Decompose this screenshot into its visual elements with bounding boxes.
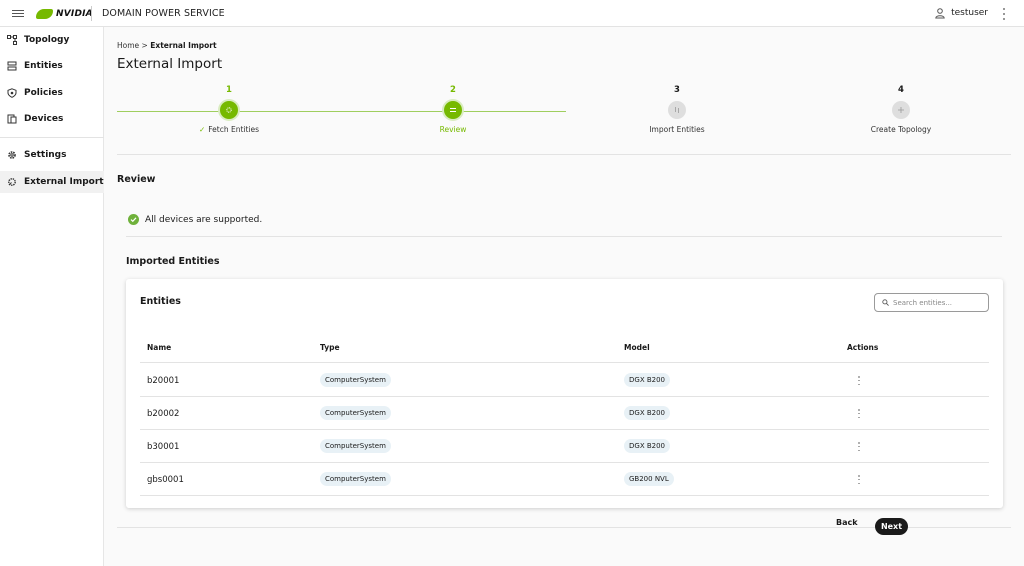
breadcrumb-separator: > <box>141 41 148 50</box>
step-label: ✓ Fetch Entities <box>198 125 260 134</box>
step-current-icon <box>444 101 462 119</box>
page-title: External Import <box>117 56 223 72</box>
topology-icon <box>7 35 17 45</box>
back-button[interactable]: Back <box>836 518 858 527</box>
check-icon: ✓ <box>198 125 206 134</box>
sidebar-item-external-import[interactable]: External Import <box>0 171 104 193</box>
import-icon <box>8 178 16 186</box>
brand-name: NVIDIA <box>56 8 93 19</box>
step-pending-icon <box>892 101 910 119</box>
table-header: Name Type Model Actions <box>140 337 989 363</box>
step-label: Import Entities <box>649 125 705 134</box>
header-divider <box>91 6 92 21</box>
sidebar-item-label: External Import <box>24 177 104 187</box>
breadcrumb-current: External Import <box>150 41 217 50</box>
column-header-type[interactable]: Type <box>320 343 340 352</box>
step-label: Create Topology <box>870 125 932 134</box>
support-message: All devices are supported. <box>145 214 263 225</box>
entities-card-title: Entities <box>140 296 181 307</box>
step-create-topology: 4 Create Topology <box>789 84 1013 134</box>
step-label: Review <box>439 125 467 134</box>
imported-entities-title: Imported Entities <box>126 256 220 267</box>
nvidia-eye-icon <box>36 8 53 19</box>
entity-name: b20001 <box>147 376 180 386</box>
sidebar-item-label: Policies <box>24 88 63 98</box>
entity-name: b30001 <box>147 442 180 452</box>
row-actions-icon[interactable] <box>857 409 861 418</box>
username: testuser <box>951 8 988 18</box>
sidebar-item-topology[interactable]: Topology <box>0 29 104 51</box>
table-row: b30001 ComputerSystem DGX B200 <box>140 430 989 463</box>
step-number: 3 <box>674 85 680 95</box>
hamburger-menu-icon[interactable] <box>12 8 24 19</box>
main-content: Home > External Import External Import 1… <box>104 27 1024 566</box>
table-row: b20002 ComputerSystem DGX B200 <box>140 397 989 430</box>
step-number: 1 <box>226 85 232 95</box>
row-actions-icon[interactable] <box>857 442 861 451</box>
more-options-icon[interactable] <box>1002 8 1006 20</box>
table-row: b20001 ComputerSystem DGX B200 <box>140 364 989 397</box>
top-bar: NVIDIA DOMAIN POWER SERVICE testuser <box>0 0 1024 27</box>
sidebar-item-label: Entities <box>24 61 63 71</box>
search-icon <box>882 299 889 306</box>
column-header-actions: Actions <box>847 343 879 352</box>
sidebar-item-label: Devices <box>24 114 64 124</box>
sidebar-divider <box>0 137 104 138</box>
step-review: 2 Review <box>341 84 565 134</box>
entity-name: b20002 <box>147 409 180 419</box>
entity-model-badge: GB200 NVL <box>624 472 674 486</box>
sidebar-item-policies[interactable]: Policies <box>0 82 104 104</box>
policies-icon <box>7 88 17 98</box>
search-box[interactable] <box>874 293 989 312</box>
entity-model-badge: DGX B200 <box>624 439 670 453</box>
row-actions-icon[interactable] <box>857 376 861 385</box>
entity-type-badge: ComputerSystem <box>320 472 391 486</box>
sidebar-item-devices[interactable]: Devices <box>0 108 104 130</box>
support-status: All devices are supported. <box>128 214 262 225</box>
breadcrumb-home[interactable]: Home <box>117 41 139 50</box>
entity-type-badge: ComputerSystem <box>320 439 391 453</box>
app-title: DOMAIN POWER SERVICE <box>102 8 225 19</box>
step-number: 4 <box>898 85 904 95</box>
step-done-icon <box>220 101 238 119</box>
review-divider <box>126 236 1002 237</box>
entity-model-badge: DGX B200 <box>624 373 670 387</box>
import-stepper: 1 ✓ Fetch Entities 2 Review 3 Import Enti… <box>117 84 1015 140</box>
user-menu[interactable]: testuser <box>934 7 988 19</box>
table-row: gbs0001 ComputerSystem GB200 NVL <box>140 463 989 496</box>
next-button[interactable]: Next <box>875 518 908 535</box>
gear-icon <box>8 151 16 159</box>
entities-icon <box>7 61 17 71</box>
entity-type-badge: ComputerSystem <box>320 406 391 420</box>
nvidia-logo: NVIDIA <box>36 6 93 21</box>
sidebar-item-label: Topology <box>24 35 70 45</box>
stepper-divider <box>117 154 1011 155</box>
user-icon <box>935 8 945 19</box>
entity-type-badge: ComputerSystem <box>320 373 391 387</box>
check-circle-icon <box>128 214 139 225</box>
sidebar-item-label: Settings <box>24 150 67 160</box>
sidebar-item-entities[interactable]: Entities <box>0 55 104 77</box>
devices-icon <box>7 114 17 124</box>
step-fetch-entities: 1 ✓ Fetch Entities <box>117 84 341 134</box>
step-import-entities: 3 Import Entities <box>565 84 789 134</box>
entity-model-badge: DGX B200 <box>624 406 670 420</box>
sidebar-item-settings[interactable]: Settings <box>0 144 104 166</box>
entities-card: Entities Name Type Model Actions b20001 … <box>126 279 1003 508</box>
review-title: Review <box>117 174 156 185</box>
column-header-name[interactable]: Name <box>147 343 171 352</box>
step-number: 2 <box>450 85 456 95</box>
sidebar: Topology Entities Policies Devices Setti… <box>0 27 104 566</box>
row-actions-icon[interactable] <box>857 475 861 484</box>
entity-name: gbs0001 <box>147 475 184 485</box>
column-header-model[interactable]: Model <box>624 343 650 352</box>
step-pending-icon <box>668 101 686 119</box>
breadcrumb: Home > External Import <box>117 41 217 50</box>
search-input[interactable] <box>893 298 983 307</box>
